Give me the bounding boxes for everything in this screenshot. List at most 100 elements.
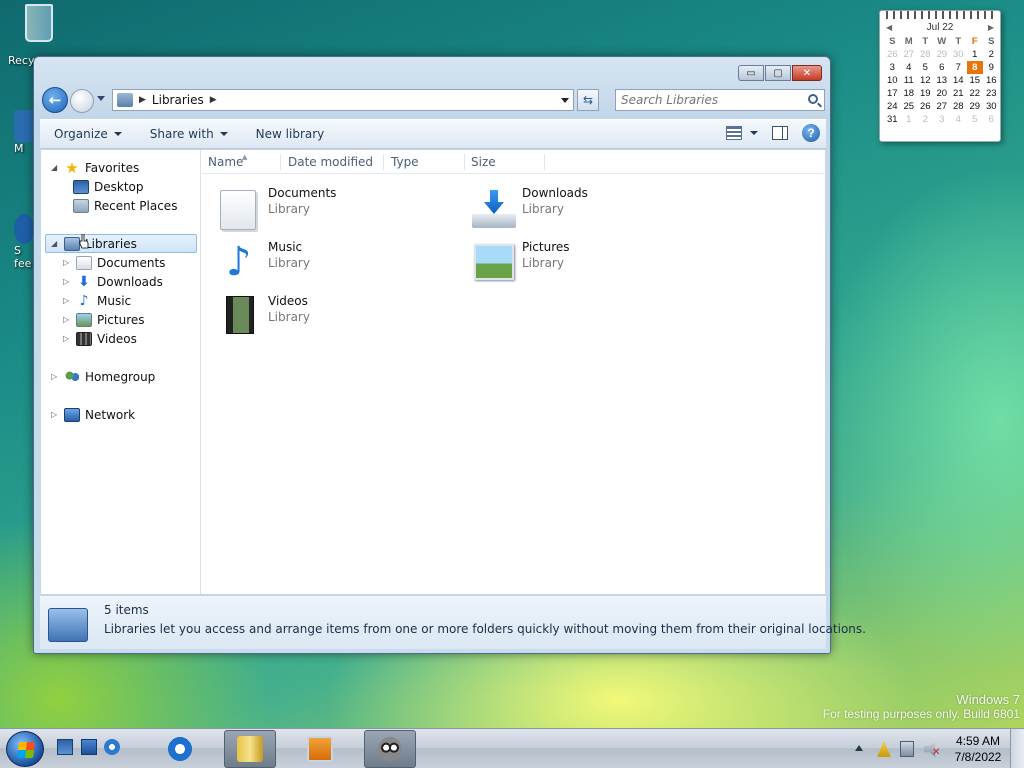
taskbar-windows-explorer[interactable] — [224, 730, 276, 768]
tree-item-videos[interactable]: ▷ Videos — [63, 329, 137, 348]
taskbar-media-player[interactable] — [294, 730, 346, 768]
close-button[interactable]: ✕ — [792, 65, 822, 81]
calendar-today[interactable]: 8 — [966, 61, 983, 74]
calendar-day[interactable]: 11 — [901, 74, 918, 87]
calendar-day[interactable]: 18 — [901, 87, 918, 100]
system-clock[interactable]: 4:59 AM 7/8/2022 — [950, 733, 1006, 765]
start-button[interactable] — [6, 731, 44, 767]
back-button[interactable]: ← — [42, 87, 68, 113]
library-item-pictures[interactable]: Pictures Library — [470, 238, 690, 288]
calendar-day[interactable]: 1 — [901, 113, 918, 126]
expand-icon[interactable]: ◢ — [51, 239, 59, 248]
network-tray-icon[interactable] — [900, 741, 914, 757]
calendar-day[interactable]: 20 — [934, 87, 951, 100]
calendar-day[interactable]: 24 — [884, 100, 901, 113]
calendar-day[interactable]: 2 — [917, 113, 934, 126]
calendar-day[interactable]: 28 — [950, 100, 967, 113]
calendar-day[interactable]: 15 — [967, 74, 984, 87]
taskbar-raccoon-app[interactable] — [364, 730, 416, 768]
minimize-button[interactable]: ▭ — [738, 65, 764, 81]
internet-explorer-quicklaunch-icon[interactable] — [104, 739, 120, 755]
calendar-day[interactable]: 16 — [983, 74, 1000, 87]
calendar-day[interactable]: 27 — [901, 48, 918, 61]
tree-item-homegroup[interactable]: ▷ Homegroup — [51, 367, 155, 386]
refresh-button[interactable]: ⇆ — [577, 89, 599, 111]
collapse-icon[interactable]: ▷ — [51, 372, 59, 381]
recycle-bin-icon[interactable] — [16, 4, 62, 46]
tree-item-music[interactable]: ▷ ♪ Music — [63, 291, 131, 310]
help-icon[interactable]: ? — [802, 124, 820, 142]
column-header-size[interactable]: Size — [471, 155, 496, 169]
calendar-gadget[interactable]: ◀ Jul 22 ▶ S M T W T F S 26 27 28 29 30 1 2 3 4 5 6 7 8 9 10 1… — [879, 10, 1001, 142]
address-bar[interactable]: ▶ Libraries ▶ — [112, 89, 574, 111]
tree-item-favorites[interactable]: ◢ ★ Favorites — [51, 158, 139, 177]
calendar-day[interactable]: 28 — [917, 48, 934, 61]
calendar-day[interactable]: 19 — [917, 87, 934, 100]
collapse-icon[interactable]: ▷ — [63, 277, 71, 286]
breadcrumb-libraries[interactable]: Libraries — [152, 93, 204, 107]
calendar-day[interactable]: 4 — [901, 61, 918, 74]
tree-item-downloads[interactable]: ▷ ⬇ Downloads — [63, 272, 163, 291]
calendar-day[interactable]: 5 — [967, 113, 984, 126]
tree-item-pictures[interactable]: ▷ Pictures — [63, 310, 145, 329]
show-desktop-button[interactable] — [1010, 729, 1024, 768]
library-item-videos[interactable]: Videos Library — [216, 292, 436, 342]
calendar-day[interactable]: 1 — [967, 48, 984, 61]
calendar-day[interactable]: 14 — [950, 74, 967, 87]
calendar-day[interactable]: 26 — [917, 100, 934, 113]
library-item-downloads[interactable]: Downloads Library — [470, 184, 690, 234]
forward-button[interactable] — [70, 89, 94, 113]
tree-item-desktop[interactable]: Desktop — [73, 177, 144, 196]
calendar-day[interactable]: 17 — [884, 87, 901, 100]
calendar-day[interactable]: 30 — [983, 100, 1000, 113]
library-item-music[interactable]: ♪ Music Library — [216, 238, 436, 288]
column-header-name[interactable]: Name ▲ — [208, 153, 247, 169]
calendar-day[interactable]: 29 — [934, 48, 951, 61]
column-header-type[interactable]: Type — [391, 155, 419, 169]
collapse-icon[interactable]: ▷ — [63, 296, 71, 305]
calendar-day[interactable]: 3 — [934, 113, 951, 126]
calendar-day[interactable]: 22 — [967, 87, 984, 100]
calendar-day[interactable]: 21 — [950, 87, 967, 100]
collapse-icon[interactable]: ▷ — [63, 334, 71, 343]
calendar-day[interactable]: 30 — [950, 48, 967, 61]
tree-item-recent-places[interactable]: Recent Places — [73, 196, 177, 215]
breadcrumb-separator-icon[interactable]: ▶ — [139, 95, 146, 105]
breadcrumb-chevron-icon[interactable]: ▶ — [210, 95, 217, 105]
switch-windows-icon[interactable] — [81, 739, 97, 755]
calendar-day[interactable]: 6 — [934, 61, 951, 74]
calendar-prev-icon[interactable]: ◀ — [886, 23, 892, 32]
calendar-day[interactable]: 23 — [983, 87, 1000, 100]
column-divider[interactable] — [280, 154, 281, 170]
show-desktop-quicklaunch-icon[interactable] — [57, 739, 73, 755]
action-center-warning-icon[interactable] — [877, 741, 891, 757]
address-dropdown-icon[interactable] — [561, 98, 569, 103]
calendar-day[interactable]: 13 — [934, 74, 951, 87]
library-item-documents[interactable]: Documents Library — [216, 184, 436, 234]
calendar-day[interactable]: 6 — [983, 113, 1000, 126]
calendar-day[interactable]: 3 — [884, 61, 901, 74]
maximize-button[interactable]: ▢ — [765, 65, 791, 81]
calendar-day[interactable]: 10 — [884, 74, 901, 87]
column-header-date-modified[interactable]: Date modified — [288, 155, 373, 169]
search-box[interactable] — [615, 89, 825, 111]
search-input[interactable] — [621, 93, 801, 107]
collapse-icon[interactable]: ▷ — [63, 258, 71, 267]
calendar-day[interactable]: 5 — [917, 61, 934, 74]
preview-pane-icon[interactable] — [772, 126, 788, 140]
taskbar-internet-explorer[interactable] — [154, 730, 206, 768]
column-divider[interactable] — [464, 154, 465, 170]
expand-icon[interactable]: ◢ — [51, 163, 59, 172]
collapse-icon[interactable]: ▷ — [63, 315, 71, 324]
calendar-day[interactable]: 9 — [983, 61, 1000, 74]
calendar-day[interactable]: 27 — [934, 100, 951, 113]
calendar-day[interactable]: 29 — [967, 100, 984, 113]
tree-item-network[interactable]: ▷ Network — [51, 405, 135, 424]
calendar-day[interactable]: 7 — [950, 61, 967, 74]
column-divider[interactable] — [383, 154, 384, 170]
calendar-day[interactable]: 12 — [917, 74, 934, 87]
calendar-day[interactable]: 25 — [901, 100, 918, 113]
calendar-day[interactable]: 2 — [983, 48, 1000, 61]
calendar-day[interactable]: 26 — [884, 48, 901, 61]
calendar-next-icon[interactable]: ▶ — [988, 23, 994, 32]
